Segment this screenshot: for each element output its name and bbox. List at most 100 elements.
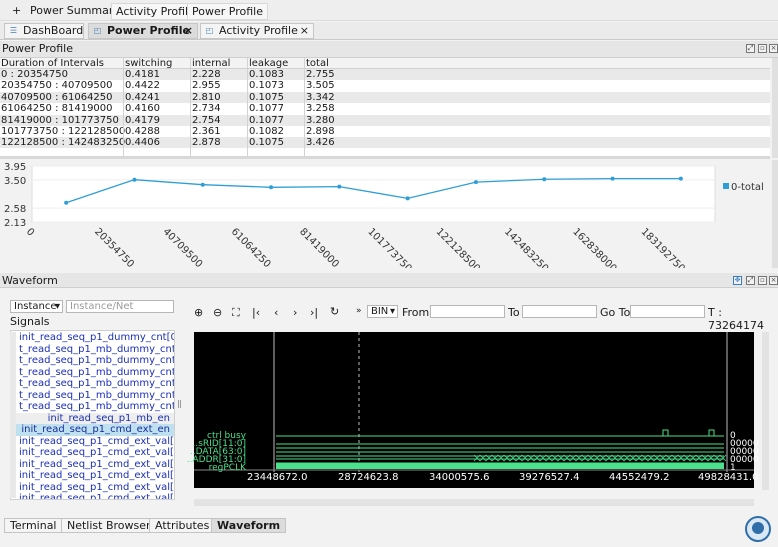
previous-icon[interactable]: ‹ <box>274 306 278 319</box>
x-tick-label: 20354750 <box>92 226 136 268</box>
table-row[interactable]: 81419000 : 101773750 0.4179 2.754 0.1077 3.2… <box>0 114 770 126</box>
power-line-chart: 3.953.502.582.130 20354750 40709500 6106425… <box>4 162 764 275</box>
table-cell: 0.4160 <box>125 103 160 115</box>
zoom-fit-icon[interactable]: ⛶ <box>232 306 240 320</box>
table-cell: 2.810 <box>192 91 221 103</box>
table-cell: 3.342 <box>306 91 335 103</box>
signal-item[interactable]: t_read_seq_p1_mb_dummy_cnt[4] <box>11 355 174 367</box>
tab-netlist-browser[interactable]: Netlist Browser <box>61 518 157 533</box>
instance-net-input[interactable]: Instance/Net <box>66 300 174 313</box>
time-tick-label: 23448672.0 <box>247 472 308 483</box>
waveform-canvas[interactable]: ctrl busy ..sRID[11:0] ..DATA[63:0] ..AD… <box>187 332 759 488</box>
signal-item[interactable]: t_read_seq_p1_mb_dummy_cnt[0] <box>11 401 174 413</box>
signal-scrollbar[interactable] <box>10 332 16 498</box>
signal-item[interactable]: init_read_seq_p1_dummy_cnt[0] <box>11 332 174 344</box>
splitter[interactable] <box>0 156 770 159</box>
signal-item[interactable]: init_read_seq_p1_cmd_ext_val[3] <box>11 482 174 494</box>
table-row[interactable]: 122128500 : 142483250 0.4406 2.878 0.1075 3.… <box>0 137 770 149</box>
signal-item[interactable]: t_read_seq_p1_mb_dummy_cnt[2] <box>11 378 174 390</box>
waveform-vscrollbar[interactable] <box>762 332 769 490</box>
add-menu-button[interactable]: + <box>8 3 25 18</box>
maximize-icon[interactable]: ▫ <box>758 44 767 53</box>
signal-item[interactable]: t_read_seq_p1_mb_dummy_cnt[5] <box>11 344 174 356</box>
signal-item[interactable]: t_read_seq_p1_mb_dummy_cnt[3] <box>11 367 174 379</box>
signal-item[interactable]: init_read_seq_p1_cmd_ext_val[5] <box>11 459 174 471</box>
last-icon[interactable]: ›| <box>310 306 318 319</box>
table-cell: 3.426 <box>306 137 335 149</box>
y-tick-label: 3.95 <box>4 162 26 173</box>
signal-item[interactable]: init_read_seq_p1_cmd_ext_val[4] <box>11 470 174 482</box>
tab-dashboard[interactable]: ☰ DashBoard <box>4 23 84 39</box>
column-header[interactable]: switching <box>125 58 172 69</box>
close-icon[interactable]: × <box>184 24 193 38</box>
legend-label: 0-total <box>731 182 764 193</box>
zoom-in-icon[interactable]: ⊕ <box>194 306 203 319</box>
table-cell: 0.4288 <box>125 126 160 137</box>
zoom-out-icon[interactable]: ⊖ <box>213 306 222 319</box>
close-icon[interactable]: × <box>769 276 778 285</box>
close-icon[interactable]: × <box>300 24 309 38</box>
table-row[interactable]: 101773750 : 122128500 0.4288 2.361 0.1082 2.… <box>0 126 770 137</box>
more-icon[interactable]: » <box>356 306 362 316</box>
chart-scrollbar[interactable] <box>772 160 778 268</box>
waveform-hscrollbar[interactable] <box>194 499 754 506</box>
wave-label: regPCLK <box>208 463 246 473</box>
table-row[interactable]: 61064250 : 81419000 0.4160 2.734 0.1077 3.25… <box>0 103 770 114</box>
signal-item[interactable]: init_read_seq_p1_cmd_ext_val[6] <box>11 447 174 459</box>
table-cell: 0.1077 <box>249 103 284 115</box>
table-row[interactable]: 20354750 : 40709500 0.4422 2.955 0.1073 3.50… <box>0 80 770 91</box>
y-tick-label: 2.58 <box>4 204 26 215</box>
x-tick-label: 162838000 <box>570 226 618 268</box>
restore-icon[interactable]: ⤢ <box>746 276 755 285</box>
column-header[interactable]: internal <box>192 58 230 69</box>
column-header[interactable]: leakage <box>249 58 288 69</box>
table-cell: 0.1082 <box>249 126 284 137</box>
signal-item[interactable]: init_read_seq_p1_cmd_ext_en <box>11 424 174 436</box>
splitter-handle[interactable] <box>178 400 181 408</box>
table-row[interactable]: 0 : 20354750 0.4181 2.228 0.1083 2.755 <box>0 69 770 80</box>
tab-power-profile[interactable]: ◰ Power Profile × <box>88 23 198 39</box>
signals-label: Signals <box>10 315 50 328</box>
signal-item[interactable]: t_read_seq_p1_mb_dummy_cnt[1] <box>11 390 174 402</box>
radix-select[interactable]: BIN ▾ <box>367 305 398 318</box>
instance-select[interactable]: Instance ▾ <box>10 300 63 313</box>
goto-input[interactable] <box>630 305 705 318</box>
signal-item[interactable]: init_read_seq_p1_cmd_ext_val[7] <box>11 436 174 448</box>
table-cell: 2.955 <box>192 80 221 92</box>
to-input[interactable] <box>522 305 597 318</box>
signal-item[interactable]: init_read_seq_p1_mb_en <box>11 412 174 424</box>
maximize-icon[interactable]: ▫ <box>758 276 767 285</box>
restore-icon[interactable]: ⤢ <box>746 44 755 53</box>
data-point <box>64 200 69 205</box>
column-header[interactable]: total <box>306 58 329 69</box>
document-tab-bar: ☰ DashBoard ◰ Power Profile × ◰ Activity… <box>0 22 778 40</box>
table-scrollbar[interactable] <box>772 58 778 158</box>
table-cell: 0.1083 <box>249 69 284 80</box>
time-tick-label: 49828431.0 <box>698 472 759 483</box>
table-cell: 3.258 <box>306 103 335 115</box>
pin-icon[interactable]: ✥ <box>733 276 742 285</box>
table-cell: 2.228 <box>192 69 221 80</box>
plot-area <box>31 165 716 223</box>
refresh-icon[interactable]: ↻ <box>330 305 339 318</box>
tab-terminal[interactable]: Terminal <box>4 518 63 533</box>
first-icon[interactable]: |‹ <box>252 306 260 319</box>
column-header[interactable]: Duration of Intervals <box>1 58 104 69</box>
menu-power-summary[interactable]: Power Summary <box>26 3 124 18</box>
table-cell: 2.755 <box>306 69 335 80</box>
signal-item[interactable]: init_read_seq_p1_cmd_ext_val[2] <box>11 493 174 499</box>
tab-activity-profile[interactable]: ◰ Activity Profile × <box>200 23 314 39</box>
next-icon[interactable]: › <box>293 306 297 319</box>
table-cell: 61064250 : 81419000 <box>1 103 113 115</box>
tab-attributes[interactable]: Attributes <box>149 518 216 533</box>
menu-power-profile[interactable]: Power Profile <box>187 3 268 20</box>
data-point <box>337 184 342 189</box>
from-input[interactable] <box>430 305 505 318</box>
table-row[interactable]: 40709500 : 61064250 0.4241 2.810 0.1075 3.34… <box>0 91 770 103</box>
close-icon[interactable]: × <box>769 44 778 53</box>
data-point <box>405 196 410 201</box>
tab-waveform[interactable]: Waveform <box>211 518 287 533</box>
radix-value: BIN <box>371 306 389 317</box>
document-icon: ◰ <box>93 26 102 35</box>
assistant-icon[interactable] <box>743 515 773 543</box>
